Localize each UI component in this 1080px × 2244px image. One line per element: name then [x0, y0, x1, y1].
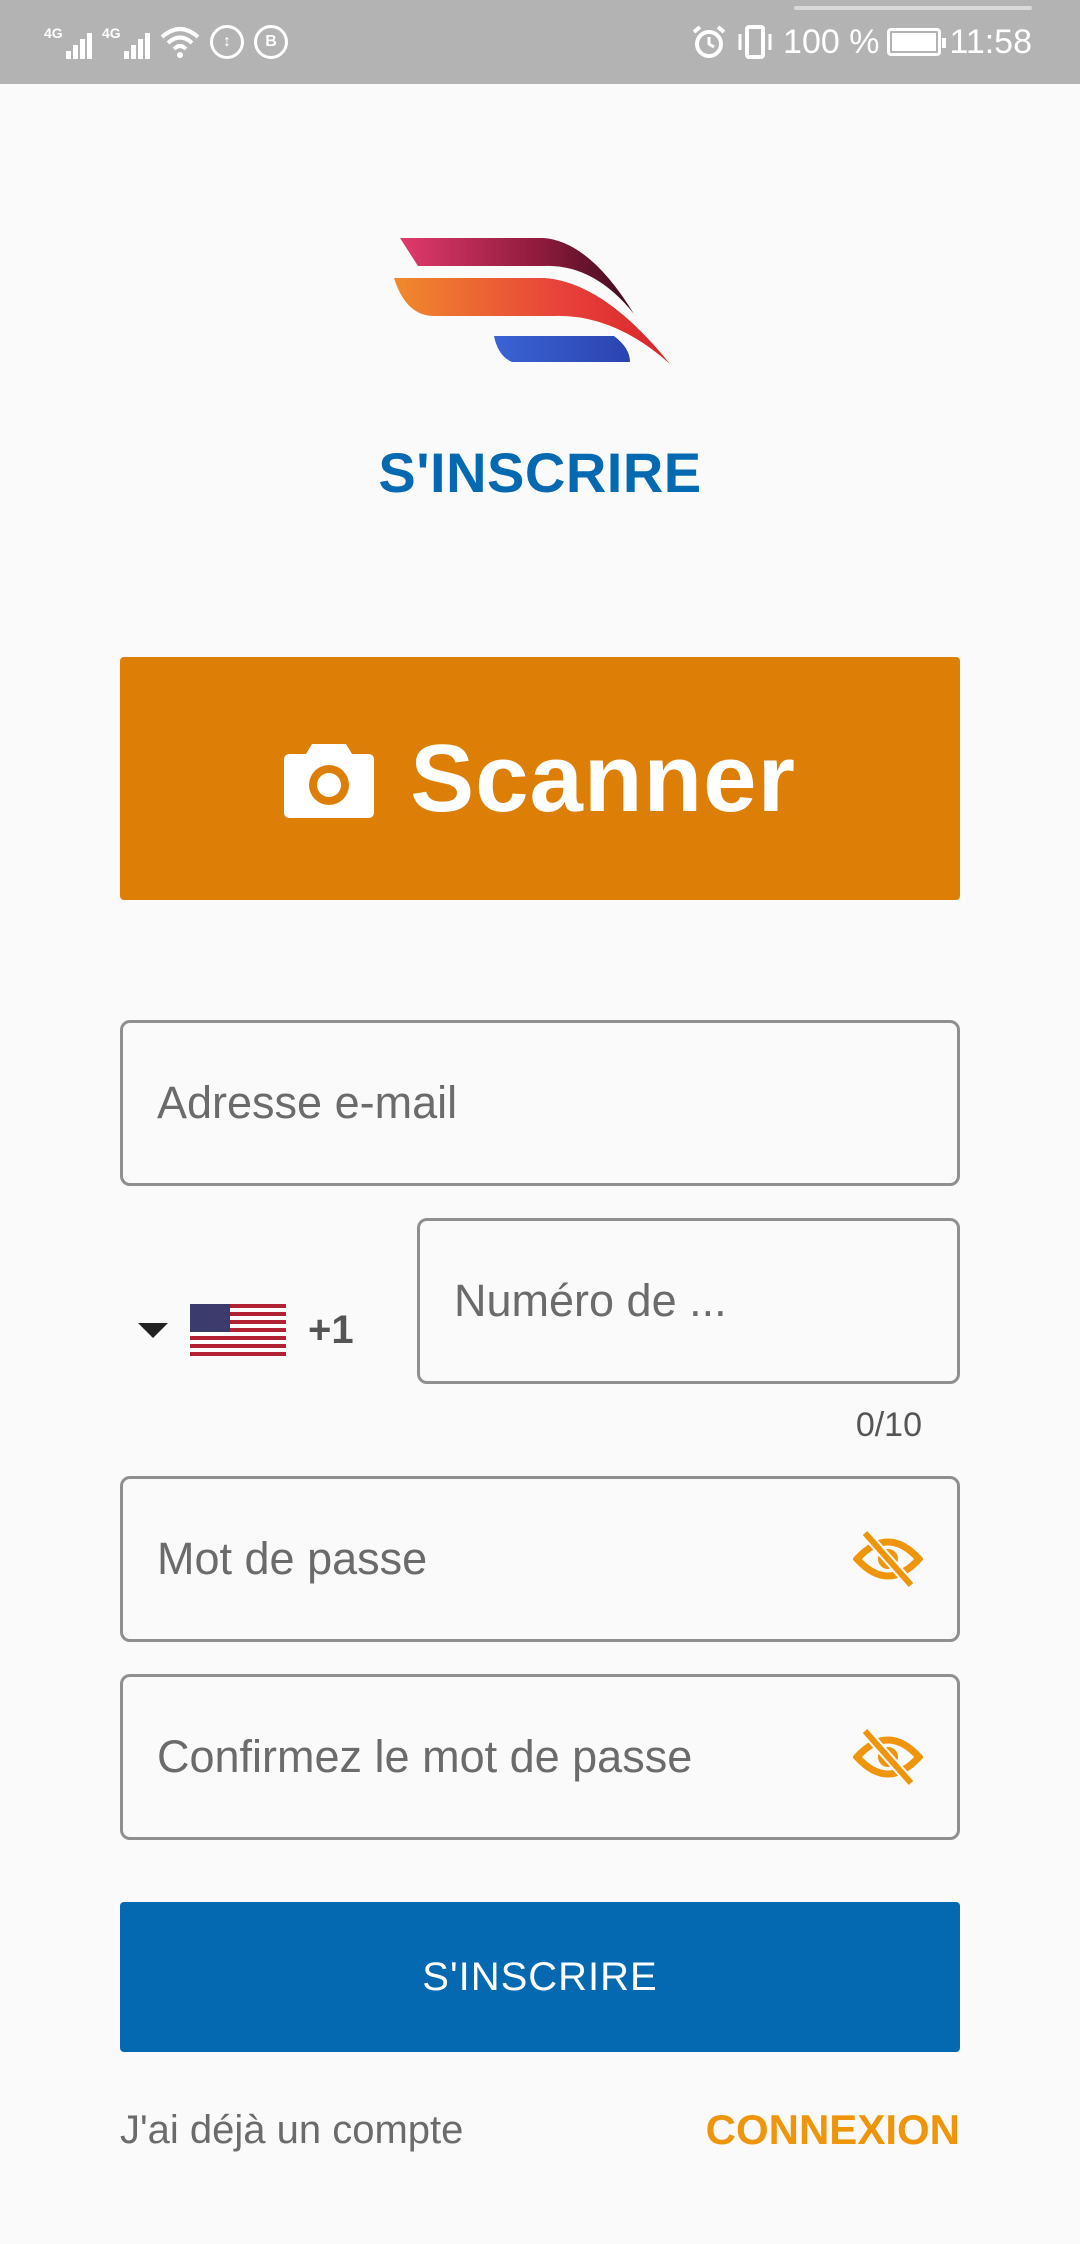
b-icon: B — [254, 25, 288, 59]
dropdown-caret-icon[interactable] — [138, 1322, 168, 1338]
battery-percent: 100 % — [783, 22, 880, 61]
confirm-password-field[interactable] — [120, 1674, 960, 1840]
phone-input[interactable] — [454, 1275, 957, 1327]
wifi-icon — [160, 27, 200, 58]
vibrate-icon — [738, 25, 772, 59]
status-right: 100 % 11:58 — [691, 18, 1032, 66]
signal-icon: 4G — [44, 25, 92, 59]
network-type-label: 4G — [44, 25, 63, 41]
battery-icon — [887, 28, 947, 56]
password-input[interactable] — [157, 1533, 957, 1585]
login-link[interactable]: CONNEXION — [706, 2106, 960, 2154]
network-type-label: 4G — [102, 25, 121, 41]
signal-icon: 4G — [102, 25, 150, 59]
alarm-icon — [692, 25, 726, 58]
data-saver-icon: ↕ — [210, 25, 244, 59]
confirm-password-input[interactable] — [157, 1731, 957, 1783]
brand-logo — [394, 238, 670, 364]
signup-button[interactable]: S'INSCRIRE — [120, 1902, 960, 2052]
status-bar: 4G 4G ↕ B 100 % 11:58 — [0, 0, 1080, 84]
page-title: S'INSCRIRE — [378, 441, 702, 504]
scanner-button[interactable]: Scanner — [120, 657, 960, 900]
camera-icon — [284, 743, 375, 818]
clock: 11:58 — [949, 22, 1032, 61]
us-flag-icon — [190, 1304, 286, 1356]
dial-code: +1 — [308, 1307, 354, 1352]
status-left: 4G 4G ↕ B — [44, 18, 288, 66]
status-bar-indicator — [794, 6, 1032, 10]
scanner-label: Scanner — [410, 724, 796, 832]
eye-off-icon[interactable] — [853, 1529, 923, 1589]
country-code-selector[interactable]: +1 — [138, 1300, 354, 1360]
password-field[interactable] — [120, 1476, 960, 1642]
email-field[interactable] — [120, 1020, 960, 1186]
phone-char-counter: 0/10 — [855, 1406, 922, 1444]
eye-off-icon[interactable] — [853, 1727, 923, 1787]
email-input[interactable] — [157, 1077, 957, 1129]
phone-field[interactable] — [417, 1218, 960, 1384]
have-account-text: J'ai déjà un compte — [120, 2108, 464, 2152]
